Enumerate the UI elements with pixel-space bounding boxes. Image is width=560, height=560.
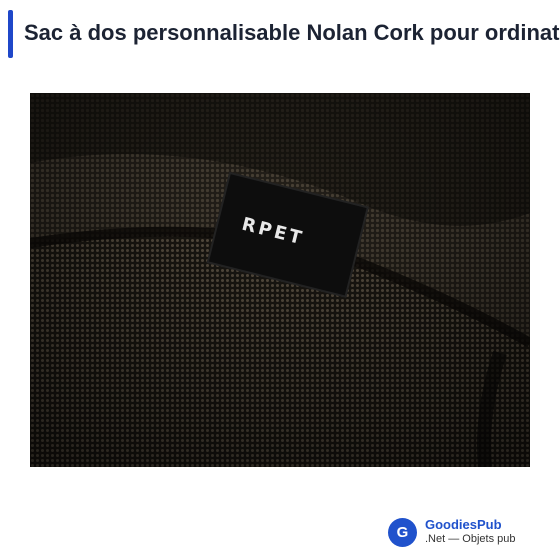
- brand-logo-icon: G: [388, 517, 417, 547]
- brand-badge[interactable]: G GoodiesPub .Net — Objets pub: [388, 515, 516, 549]
- brand-text: GoodiesPub .Net — Objets pub: [425, 517, 516, 547]
- fabric-photo: RPET: [30, 93, 530, 467]
- brand-subtitle: .Net — Objets pub: [425, 533, 516, 545]
- brand-name: GoodiesPub: [425, 517, 502, 532]
- page-title: Sac à dos personnalisable Nolan Cork pou…: [24, 20, 560, 45]
- product-image[interactable]: RPET: [30, 93, 530, 467]
- title-accent-bar: [8, 10, 13, 58]
- title-bar: Sac à dos personnalisable Nolan Cork pou…: [8, 10, 560, 58]
